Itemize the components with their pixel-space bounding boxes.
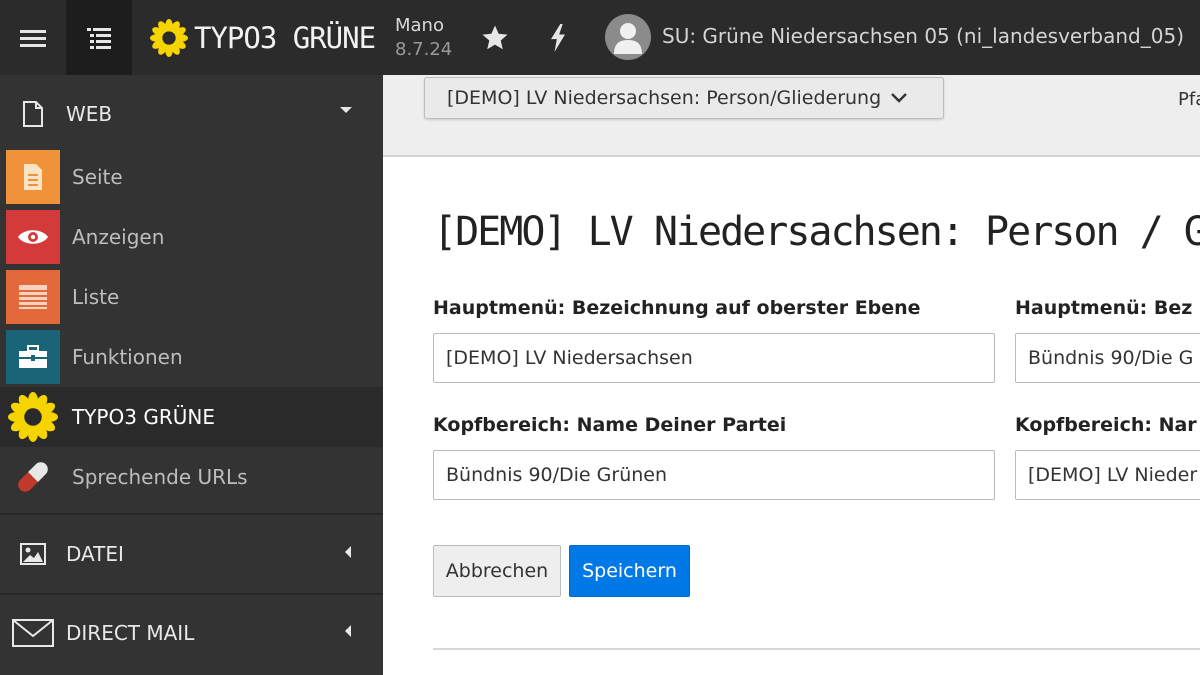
save-button[interactable]: Speichern (569, 545, 690, 597)
module-group-label: WEB (66, 102, 113, 126)
page-icon (24, 164, 42, 190)
module-group-label: DATEI (66, 542, 124, 566)
chevron-down-icon (891, 93, 908, 103)
group-icon-web (0, 101, 66, 127)
user-avatar[interactable] (605, 14, 651, 60)
module-item-label: Funktionen (72, 345, 183, 369)
bolt-icon (551, 24, 565, 52)
main-menu-second-input[interactable] (1015, 333, 1200, 383)
eye-icon (18, 230, 48, 244)
module-item-label: Anzeigen (72, 225, 165, 249)
toolbox-icon (19, 345, 47, 368)
header-party-name-input[interactable] (433, 450, 995, 500)
envelope-icon (12, 619, 54, 647)
module-group-direct-mail[interactable]: DIRECT MAIL (0, 594, 383, 672)
form-select-value: [DEMO] LV Niedersachsen: Person/Gliederu… (447, 87, 882, 109)
main-menu-top-input[interactable] (433, 333, 995, 383)
sunflower-icon (8, 392, 58, 442)
group-icon-datei (0, 543, 66, 565)
page-tree-icon (87, 27, 111, 49)
module-group-label: DIRECT MAIL (66, 621, 195, 645)
doc-header: [DEMO] LV Niedersachsen: Person/Gliederu… (383, 75, 1200, 157)
module-item-label: TYPO3 GRÜNE (72, 405, 215, 429)
module-item-funktionen[interactable]: Funktionen (0, 327, 383, 387)
module-item-label: Sprechende URLs (72, 465, 248, 489)
header-name-second-input[interactable] (1015, 450, 1200, 500)
form-divider (433, 648, 1200, 650)
cancel-button[interactable]: Abbrechen (433, 545, 561, 597)
field-label-header-party-name: Kopfbereich: Name Deiner Partei (433, 414, 787, 436)
module-item-label: Seite (72, 165, 123, 189)
form-select-dropdown[interactable]: [DEMO] LV Niedersachsen: Person/Gliederu… (424, 77, 944, 119)
site-version: Mano 8.7.24 (395, 14, 465, 62)
star-icon (482, 25, 508, 50)
caret-left-icon (345, 546, 351, 558)
module-item-typo3-gruene[interactable]: TYPO3 GRÜNE (0, 387, 383, 447)
module-icon-funktionen (6, 330, 60, 384)
module-icon-anzeigen (6, 210, 60, 264)
user-switch-label[interactable]: SU: Grüne Niedersachsen 05 (ni_landesver… (662, 24, 1184, 48)
module-menu: WEB Seite Anzeigen Liste Funktionen TYPO… (0, 75, 383, 675)
field-label-main-menu-second: Hauptmenü: Bez (1015, 297, 1193, 319)
main-content: [DEMO] LV Niedersachsen: Person / Gliede… (383, 157, 1200, 675)
module-icon-typo3-gruene (6, 390, 60, 444)
module-icon-sprechende-urls (6, 450, 60, 504)
module-item-anzeigen[interactable]: Anzeigen (0, 207, 383, 267)
menu-toggle-button[interactable] (0, 0, 66, 75)
version-number-text: 8.7.24 (395, 39, 453, 60)
user-avatar-icon (614, 23, 642, 54)
logo-text: TYPO3 GRÜNE (194, 21, 376, 55)
module-icon-seite (6, 150, 60, 204)
module-group-datei[interactable]: DATEI (0, 515, 383, 593)
module-item-seite[interactable]: Seite (0, 147, 383, 207)
field-label-header-name-second: Kopfbereich: Nar (1015, 414, 1197, 436)
bookmarks-button[interactable] (477, 20, 513, 56)
module-icon-liste (6, 270, 60, 324)
sunflower-logo (150, 19, 188, 57)
field-label-main-menu-top: Hauptmenü: Bezeichnung auf oberster Eben… (433, 297, 921, 319)
image-icon (20, 543, 46, 565)
module-item-sprechende-urls[interactable]: Sprechende URLs (0, 447, 383, 507)
group-icon-direct-mail (0, 619, 66, 647)
module-item-liste[interactable]: Liste (0, 267, 383, 327)
menu-icon (20, 29, 46, 47)
module-group-web[interactable]: WEB (0, 75, 383, 153)
page-path-label: Pfa (1178, 89, 1200, 110)
page-tree-toggle-button[interactable] (66, 0, 132, 75)
site-name-text: Mano (395, 15, 444, 36)
document-icon (23, 101, 43, 127)
top-bar: TYPO3 GRÜNE Mano 8.7.24 SU: Grüne Nieder… (0, 0, 1200, 75)
caret-down-icon (340, 107, 352, 113)
app-logo[interactable]: TYPO3 GRÜNE (150, 18, 376, 58)
clear-cache-button[interactable] (540, 20, 576, 56)
page-title: [DEMO] LV Niedersachsen: Person / Gliede… (433, 209, 1200, 255)
list-icon (19, 285, 47, 309)
module-item-label: Liste (72, 285, 120, 309)
caret-left-icon (345, 625, 351, 637)
pill-icon (18, 462, 48, 492)
